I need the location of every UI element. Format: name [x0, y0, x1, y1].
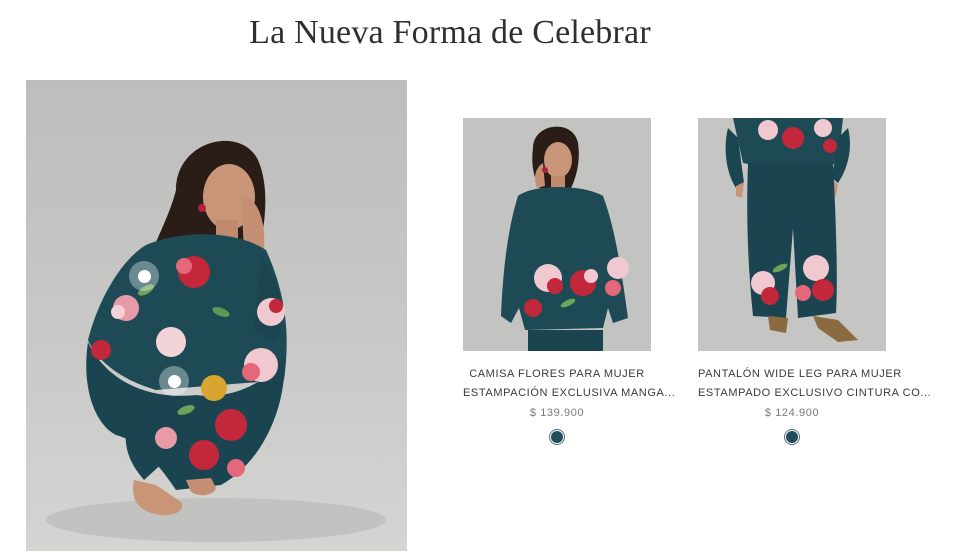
section-title: La Nueva Forma de Celebrar — [249, 14, 651, 51]
product-name-link[interactable]: PANTALÓN WIDE LEG PARA MUJER ESTAMPADO E… — [698, 365, 932, 403]
product-card-shirt: CAMISA FLORES PARA MUJER ESTAMPACIÓN EXC… — [463, 118, 676, 445]
product-name-line2: ESTAMPADO EXCLUSIVO CINTURA CO... — [698, 387, 932, 399]
hotspot-dot — [137, 269, 151, 283]
shirt-model-illustration — [463, 118, 651, 351]
swatch-fill — [551, 431, 563, 443]
product-name-line1: CAMISA FLORES PARA MUJER — [469, 368, 645, 380]
lookbook-hero-image[interactable] — [26, 80, 407, 551]
hotspot-dot — [167, 374, 181, 388]
product-name-line2: ESTAMPACIÓN EXCLUSIVA MANGA... — [463, 387, 676, 399]
lookbook-hotspot-pants[interactable] — [159, 366, 189, 396]
color-swatch[interactable] — [784, 429, 800, 445]
product-image-pants[interactable] — [698, 118, 886, 351]
product-price: $ 124.900 — [764, 407, 820, 419]
color-swatch[interactable] — [549, 429, 565, 445]
product-price: $ 139.900 — [529, 407, 585, 419]
swatch-fill — [786, 431, 798, 443]
lookbook-hotspot-shirt[interactable] — [129, 261, 159, 291]
product-name-line1: PANTALÓN WIDE LEG PARA MUJER — [698, 368, 902, 380]
product-card-pants: PANTALÓN WIDE LEG PARA MUJER ESTAMPADO E… — [698, 118, 932, 445]
product-name-link[interactable]: CAMISA FLORES PARA MUJER ESTAMPACIÓN EXC… — [463, 365, 676, 403]
model-illustration — [46, 140, 386, 542]
pants-model-illustration — [698, 118, 886, 351]
product-image-shirt[interactable] — [463, 118, 651, 351]
